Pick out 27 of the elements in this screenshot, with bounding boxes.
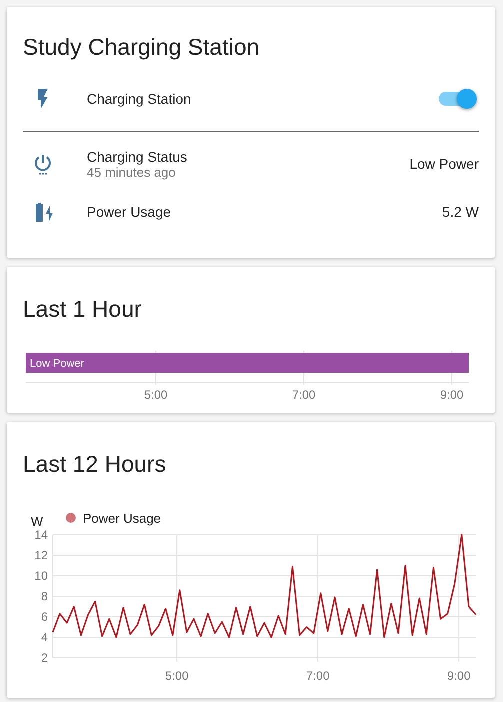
axis-tick-label: 7:00 — [292, 388, 316, 401]
axis-tick-label: 14 — [34, 528, 48, 542]
card-title: Study Charging Station — [22, 33, 261, 62]
axis-tick-label: 7:00 — [306, 669, 330, 683]
row-label: Charging Station — [87, 91, 192, 107]
axis-tick-label: 9:00 — [447, 669, 471, 683]
row-label: Power Usage — [87, 204, 172, 220]
last-changed-text: 45 minutes ago — [87, 164, 177, 180]
card-title: Last 1 Hour — [22, 295, 143, 321]
axis-tick-label: 5:00 — [165, 669, 189, 683]
axis-tick-label: 5:00 — [144, 388, 168, 401]
axis-tick-label: 8 — [41, 590, 48, 604]
axis-tick-label: 9:00 — [440, 388, 464, 401]
card-title: Last 12 Hours — [22, 450, 168, 476]
axis-tick-label: 6 — [41, 610, 48, 624]
state-value: Low Power — [410, 156, 479, 172]
state-value: 5.2 W — [442, 204, 479, 220]
row-label: Charging Status — [87, 148, 188, 164]
toggle-switch[interactable] — [439, 92, 475, 106]
legend-label[interactable]: Power Usage — [83, 511, 162, 526]
axis-tick-label: 12 — [34, 548, 48, 562]
axis-title: W — [31, 514, 44, 529]
legend-dot — [66, 513, 76, 523]
axis-tick-label: 10 — [34, 569, 48, 583]
axis-tick-label: 2 — [41, 651, 48, 665]
axis-tick-label: 4 — [41, 630, 48, 644]
bar-label: Low Power — [30, 358, 84, 370]
